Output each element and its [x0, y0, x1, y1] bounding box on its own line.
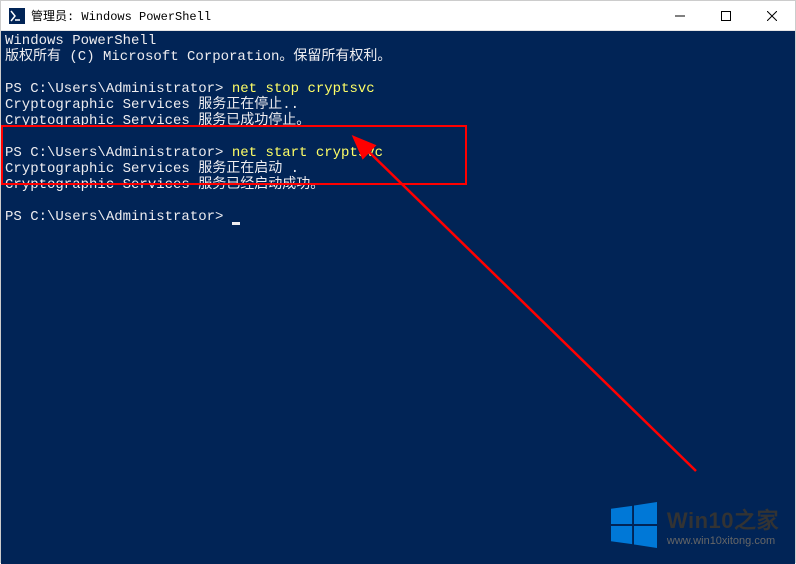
prompt: PS C:\Users\Administrator> [5, 209, 232, 225]
terminal-output: Cryptographic Services 服务正在停止.. [5, 97, 791, 113]
watermark-title: Win10之家 [667, 503, 779, 535]
terminal-output: Cryptographic Services 服务已经启动成功。 [5, 177, 791, 193]
terminal-output: Cryptographic Services 服务已成功停止。 [5, 113, 791, 129]
terminal-output: Cryptographic Services 服务正在启动 . [5, 161, 791, 177]
terminal-line: PS C:\Users\Administrator> net stop cryp… [5, 81, 791, 97]
terminal-header: Windows PowerShell [5, 33, 791, 49]
terminal-line: PS C:\Users\Administrator> net start cry… [5, 145, 791, 161]
window-controls [657, 1, 795, 31]
prompt: PS C:\Users\Administrator> [5, 81, 232, 97]
windows-logo-icon [611, 502, 657, 548]
prompt: PS C:\Users\Administrator> [5, 145, 232, 161]
powershell-icon [9, 8, 25, 24]
watermark-url: www.win10xitong.com [667, 535, 779, 547]
command: net stop cryptsvc [232, 81, 375, 97]
command: net start cryptsvc [232, 145, 383, 161]
terminal-area[interactable]: Windows PowerShell 版权所有 (C) Microsoft Co… [1, 31, 795, 564]
watermark: Win10之家 www.win10xitong.com [611, 502, 779, 548]
titlebar: 管理员: Windows PowerShell [1, 1, 795, 31]
terminal-line: PS C:\Users\Administrator> [5, 209, 791, 225]
cursor [232, 222, 240, 225]
minimize-button[interactable] [657, 1, 703, 31]
terminal-copyright: 版权所有 (C) Microsoft Corporation。保留所有权利。 [5, 49, 791, 65]
maximize-button[interactable] [703, 1, 749, 31]
window-title: 管理员: Windows PowerShell [31, 7, 657, 24]
close-button[interactable] [749, 1, 795, 31]
